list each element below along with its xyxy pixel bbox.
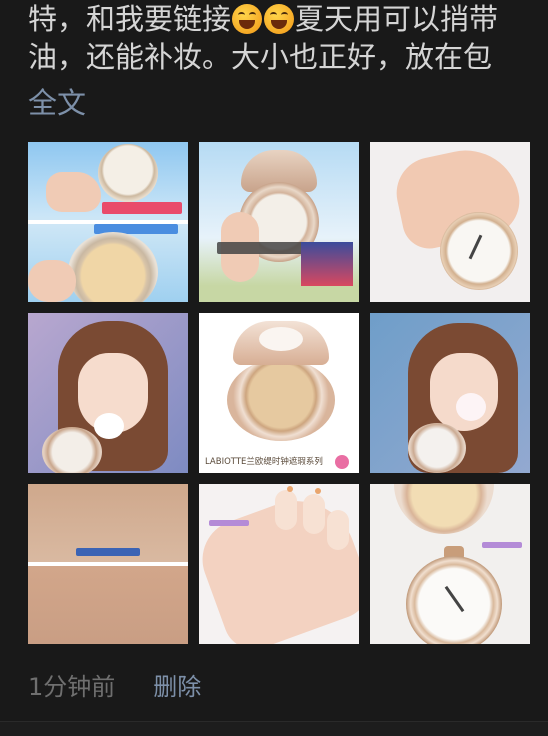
finger-image bbox=[303, 494, 325, 534]
swatch-dot bbox=[287, 486, 293, 492]
finger-image bbox=[327, 510, 349, 550]
post-text: 特，和我要链接 夏天用可以捎带 油，还能补妆。大小也正好，放在包 bbox=[28, 0, 548, 76]
image-grid: LABIOTTE兰欧缇时钟遮瑕系列 bbox=[28, 142, 530, 644]
compact-image bbox=[98, 144, 158, 202]
image-thumb-5[interactable]: LABIOTTE兰欧缇时钟遮瑕系列 bbox=[199, 313, 359, 473]
bottom-divider bbox=[0, 721, 548, 736]
product-caption: LABIOTTE兰欧缇时钟遮瑕系列 bbox=[205, 457, 323, 467]
moments-post-screen: 特，和我要链接 夏天用可以捎带 油，还能补妆。大小也正好，放在包 全文 LABI… bbox=[0, 0, 548, 736]
full-text-link[interactable]: 全文 bbox=[28, 84, 86, 122]
puff-image bbox=[94, 413, 124, 439]
logo-area bbox=[259, 327, 303, 351]
swatch-label bbox=[482, 542, 522, 548]
swatch-bottom bbox=[28, 566, 188, 644]
post-timestamp: 1分钟前 bbox=[28, 672, 116, 701]
post-text-line-1a: 特，和我要链接 bbox=[28, 2, 232, 36]
swatch-label bbox=[76, 548, 140, 556]
compact-image bbox=[394, 484, 494, 534]
promo-banner bbox=[102, 202, 182, 214]
image-thumb-1[interactable] bbox=[28, 142, 188, 302]
image-thumb-8[interactable] bbox=[199, 484, 359, 644]
delete-button[interactable]: 删除 bbox=[153, 667, 201, 702]
image-thumb-9[interactable] bbox=[370, 484, 530, 644]
compact-image bbox=[68, 232, 158, 302]
watch-compact-image bbox=[440, 212, 518, 290]
image-thumb-3[interactable] bbox=[370, 142, 530, 302]
compact-base bbox=[227, 359, 335, 441]
laughing-emoji-icon bbox=[264, 4, 295, 34]
post-meta: 1分钟前 删除 bbox=[28, 665, 201, 703]
swatch-dot bbox=[315, 488, 321, 494]
swatch-label bbox=[209, 520, 249, 526]
amusement-ride-image bbox=[301, 242, 353, 286]
image-thumb-4[interactable] bbox=[28, 313, 188, 473]
laughing-emoji-icon bbox=[232, 4, 263, 34]
compact-image bbox=[408, 423, 466, 473]
post-text-line-1: 特，和我要链接 夏天用可以捎带 bbox=[28, 0, 548, 38]
compact-image bbox=[42, 427, 102, 473]
image-thumb-2[interactable] bbox=[199, 142, 359, 302]
hand-image bbox=[28, 260, 76, 302]
puff-image bbox=[456, 393, 486, 421]
finger-image bbox=[275, 490, 297, 530]
post-text-line-2: 油，还能补妆。大小也正好，放在包 bbox=[28, 40, 493, 74]
image-thumb-7[interactable] bbox=[28, 484, 188, 644]
brand-seal-icon bbox=[335, 455, 349, 469]
image-thumb-6[interactable] bbox=[370, 313, 530, 473]
post-text-line-1b: 夏天用可以捎带 bbox=[295, 2, 499, 36]
hand-image bbox=[46, 172, 101, 212]
